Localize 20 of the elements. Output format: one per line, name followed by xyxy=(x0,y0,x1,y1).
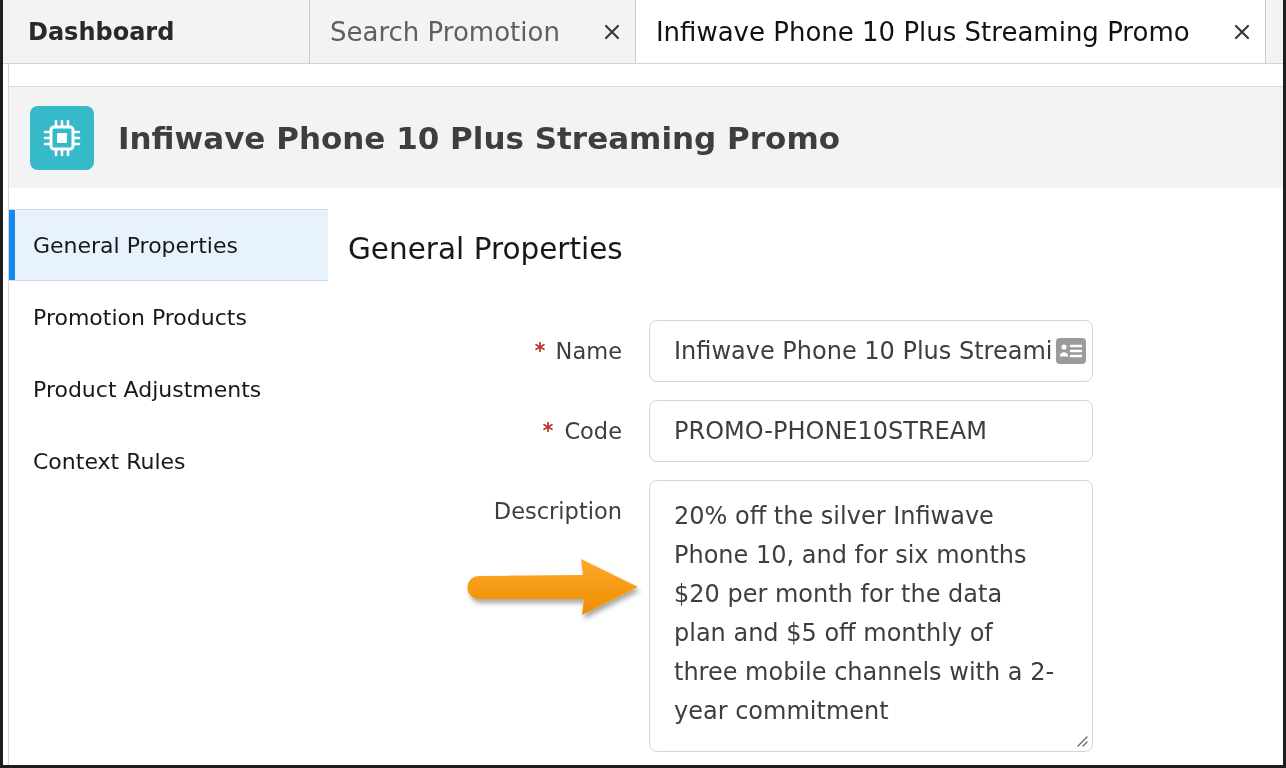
input-field[interactable]: PROMO-PHONE10STREAM xyxy=(649,400,1093,462)
section-heading: General Properties xyxy=(348,231,623,267)
input-field[interactable]: Infiwave Phone 10 Plus Streami xyxy=(649,320,1093,382)
close-icon[interactable] xyxy=(1233,23,1250,40)
field-label: Code xyxy=(564,418,622,444)
nav-item[interactable]: General Properties xyxy=(9,209,328,281)
nav-item[interactable]: Product Adjustments xyxy=(9,353,328,425)
field-label: Name xyxy=(555,338,622,364)
text-area[interactable]: 20% off the silver Infiwave Phone 10, and for six months $20 per month for the data plan and $5 off monthly of three mobile channels with a 2-year commitment xyxy=(649,480,1093,752)
chip-icon xyxy=(30,105,94,170)
close-icon[interactable] xyxy=(603,23,620,40)
field-label: Description xyxy=(493,498,622,524)
resize-handle-icon[interactable] xyxy=(1076,735,1088,747)
contact-card-icon[interactable] xyxy=(1056,338,1086,364)
nav-item[interactable]: Context Rules xyxy=(9,425,328,497)
tab[interactable]: Dashboard xyxy=(8,0,310,63)
record-title: Infiwave Phone 10 Plus Streaming Promo xyxy=(118,119,840,156)
nav-item[interactable]: Promotion Products xyxy=(9,281,328,353)
tab[interactable]: Infiwave Phone 10 Plus Streaming Promo xyxy=(635,0,1266,63)
tab[interactable]: Search Promotion xyxy=(310,0,636,63)
